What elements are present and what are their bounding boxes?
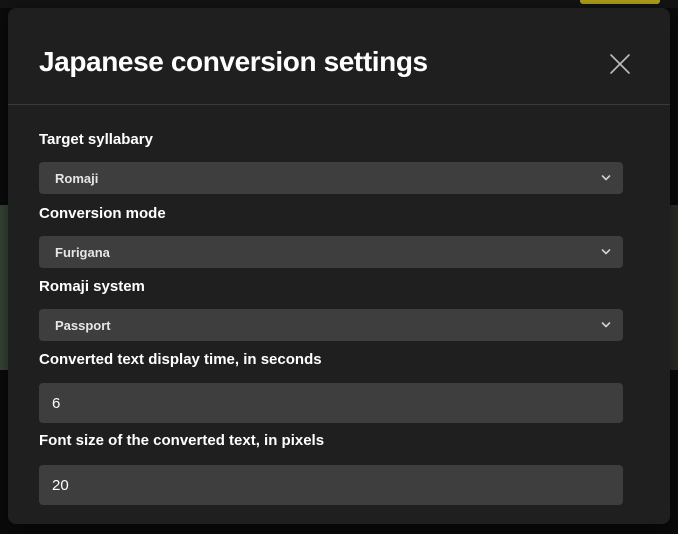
- dialog-header: Japanese conversion settings: [8, 8, 670, 105]
- target-syllabary-select[interactable]: Romaji: [39, 162, 623, 194]
- close-icon: [606, 50, 634, 78]
- font-size-input[interactable]: [39, 465, 623, 505]
- display-time-input[interactable]: [39, 383, 623, 423]
- background-image-right: [670, 205, 678, 370]
- display-time-label: Converted text display time, in seconds: [39, 351, 322, 368]
- target-syllabary-label: Target syllabary: [39, 131, 153, 148]
- romaji-system-value: Passport: [55, 317, 111, 333]
- chevron-down-icon: [601, 174, 611, 182]
- conversion-mode-label: Conversion mode: [39, 205, 166, 222]
- settings-dialog: Japanese conversion settings Target syll…: [8, 8, 670, 524]
- chevron-down-icon: [601, 321, 611, 329]
- romaji-system-label: Romaji system: [39, 278, 145, 295]
- conversion-mode-select[interactable]: Furigana: [39, 236, 623, 268]
- background-image-left: [0, 205, 8, 370]
- chevron-down-icon: [601, 248, 611, 256]
- dialog-title: Japanese conversion settings: [39, 46, 428, 77]
- romaji-system-select[interactable]: Passport: [39, 309, 623, 341]
- font-size-label: Font size of the converted text, in pixe…: [39, 432, 325, 449]
- background-accent-button: [580, 0, 660, 4]
- close-button[interactable]: [606, 50, 634, 78]
- conversion-mode-value: Furigana: [55, 244, 110, 260]
- target-syllabary-value: Romaji: [55, 170, 99, 186]
- background-topbar: [0, 0, 678, 8]
